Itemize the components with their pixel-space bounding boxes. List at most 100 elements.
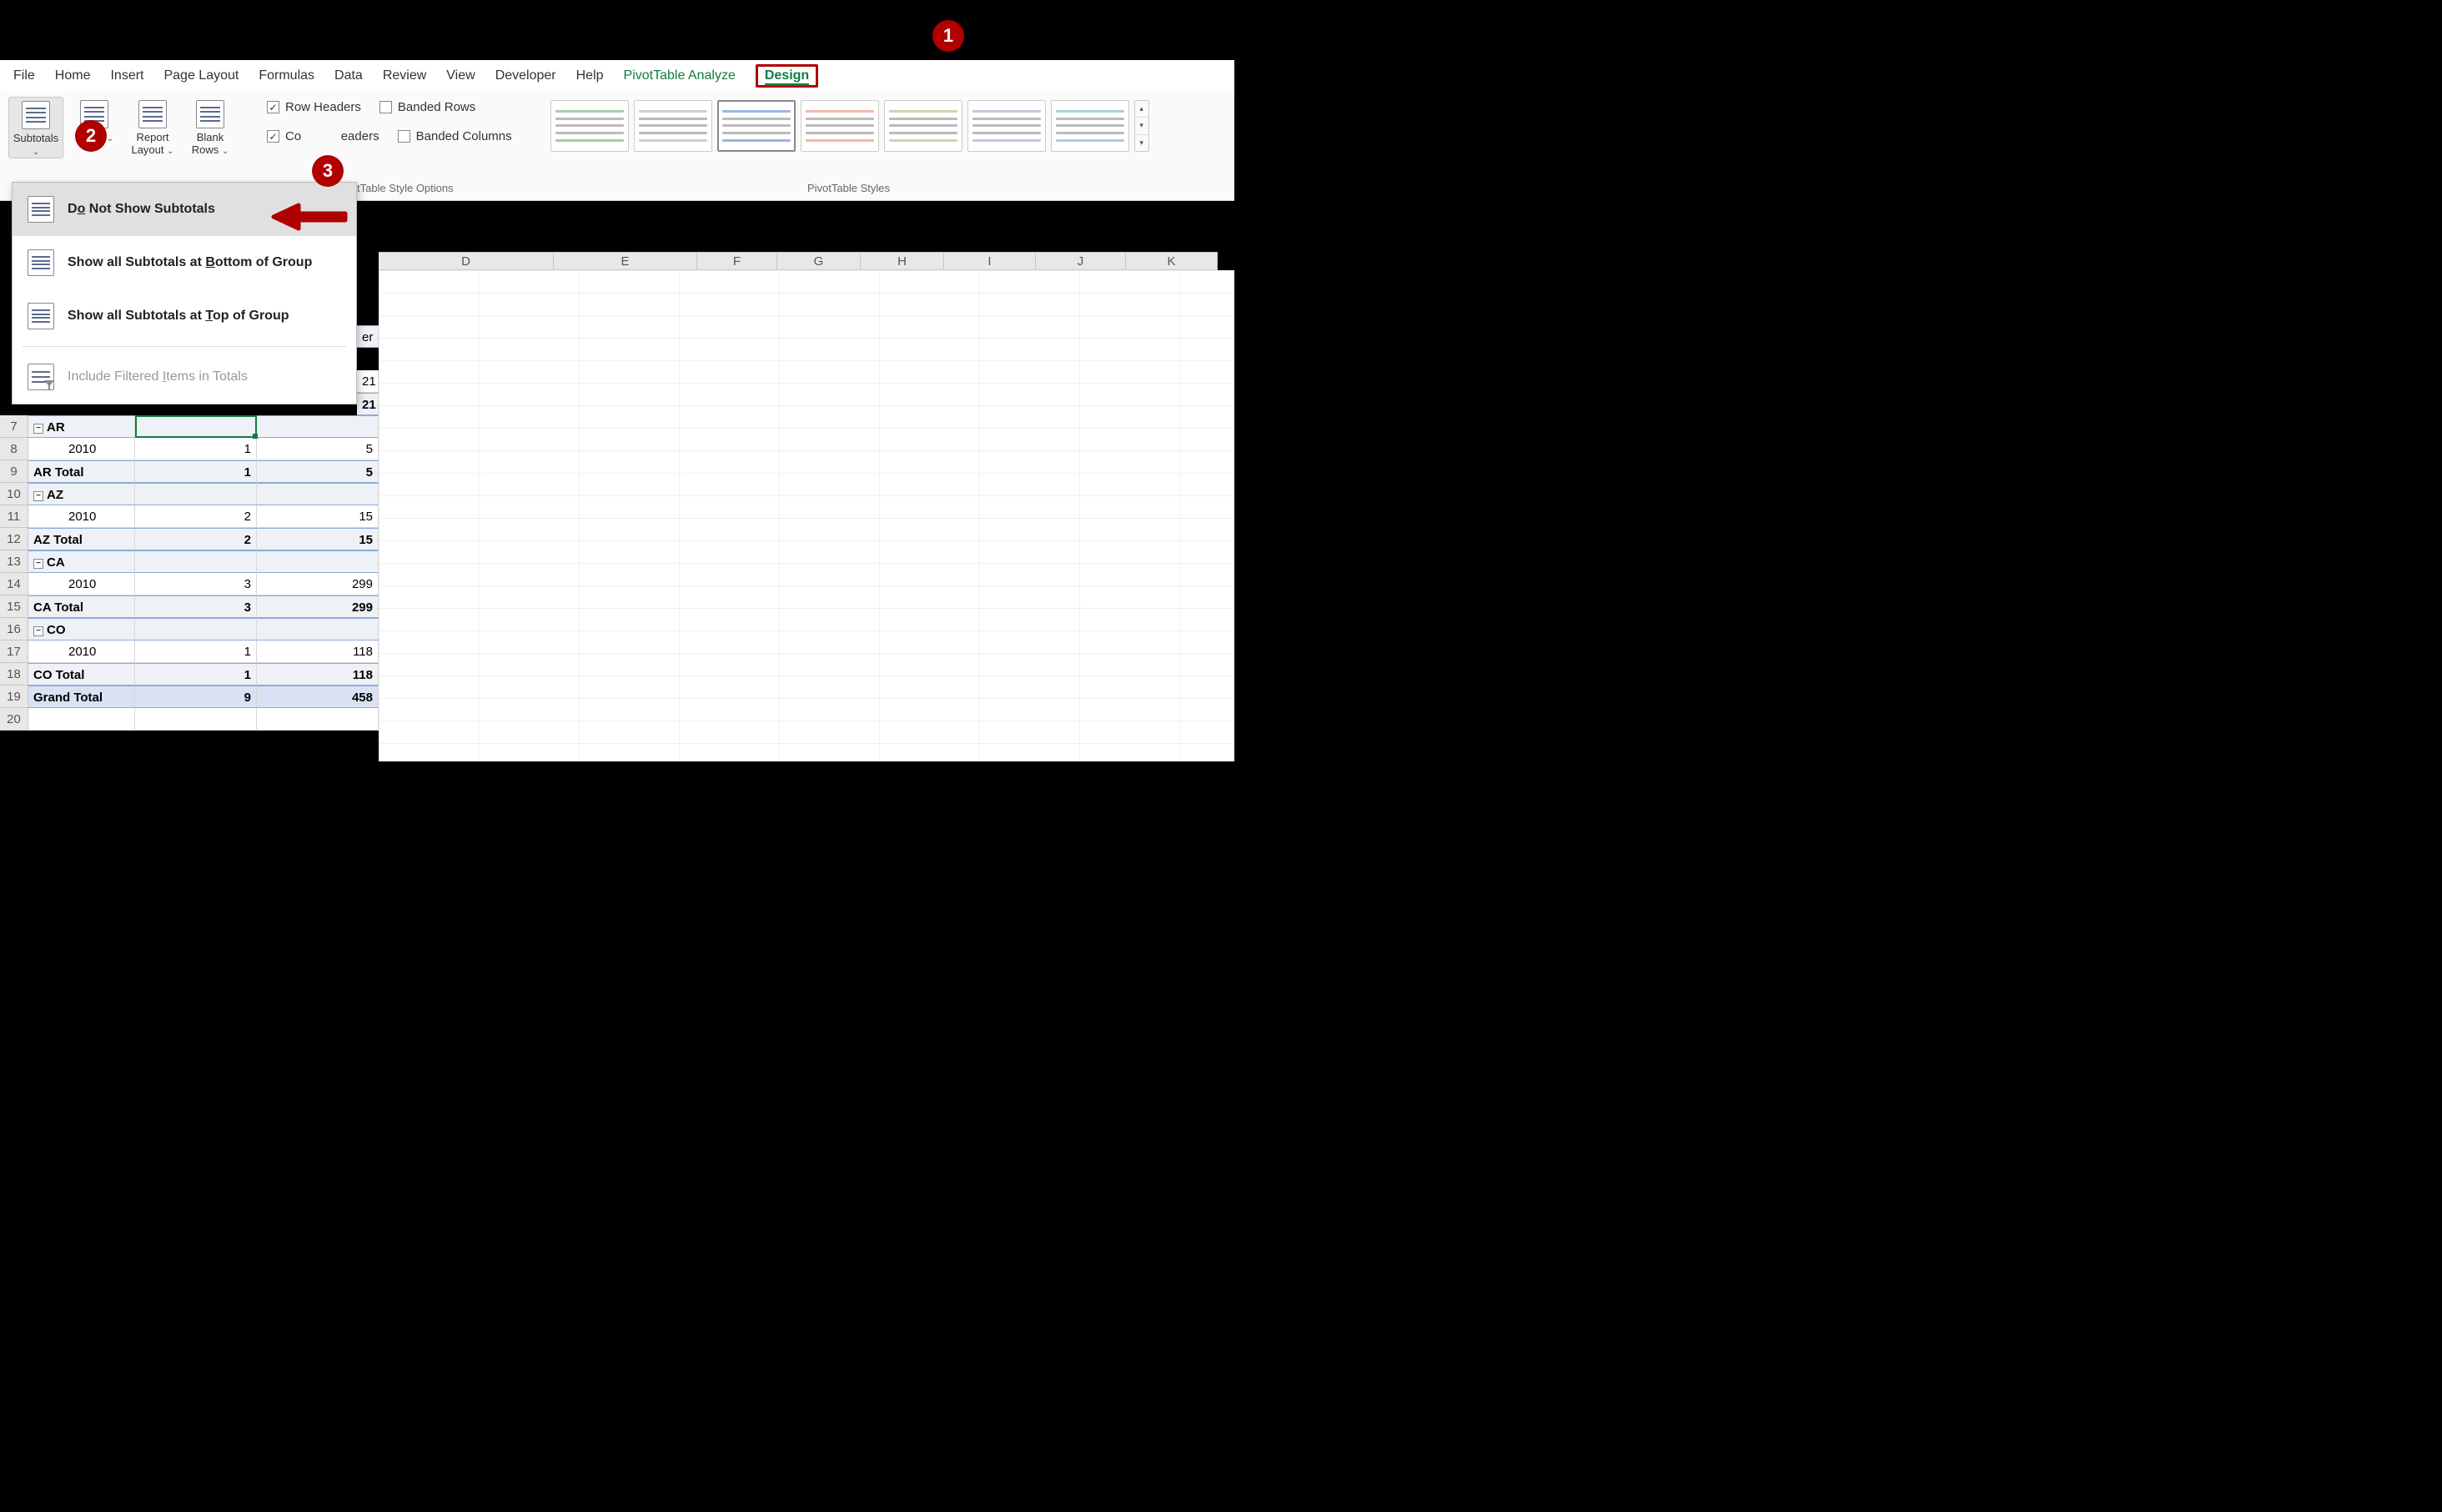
cell[interactable]: 118 [257, 640, 379, 663]
cell[interactable]: 5 [257, 460, 379, 483]
cell-fragment[interactable]: 21 [357, 393, 379, 415]
cell[interactable]: 458 [257, 686, 379, 708]
cell[interactable] [135, 618, 257, 640]
row-header-15[interactable]: 15 [0, 595, 28, 618]
col-header-H[interactable]: H [861, 253, 944, 269]
tab-developer[interactable]: Developer [495, 68, 556, 83]
pivot-style-thumb[interactable] [801, 100, 879, 152]
banded-columns-checkbox[interactable]: Banded Columns [398, 129, 512, 143]
row-header-19[interactable]: 19 [0, 686, 28, 708]
cell[interactable]: AZ Total [28, 528, 135, 550]
subtotals-button[interactable]: Subtotals⌄ [8, 97, 63, 158]
cell[interactable]: 1 [135, 640, 257, 663]
row-headers-checkbox[interactable]: ✓Row Headers [267, 100, 361, 114]
col-header-J[interactable]: J [1036, 253, 1126, 269]
cell[interactable] [257, 618, 379, 640]
cell[interactable]: 3 [135, 573, 257, 595]
cell[interactable] [257, 708, 379, 731]
tab-home[interactable]: Home [55, 68, 91, 83]
cell[interactable]: 9 [135, 686, 257, 708]
pivot-style-thumb[interactable] [550, 100, 629, 152]
blank-rows-button[interactable]: Blank Rows ⌄ [187, 97, 234, 158]
cell[interactable]: 2 [135, 528, 257, 550]
cell[interactable]: CO Total [28, 663, 135, 686]
cell[interactable] [257, 483, 379, 505]
cell[interactable] [257, 415, 379, 438]
cell[interactable] [135, 415, 257, 438]
cell[interactable]: 299 [257, 573, 379, 595]
tab-page-layout[interactable]: Page Layout [163, 68, 239, 83]
row-header-8[interactable]: 8 [0, 438, 28, 460]
cell[interactable]: 2010 [28, 640, 135, 663]
cell-fragment-header[interactable]: er [357, 325, 379, 348]
tab-view[interactable]: View [446, 68, 475, 83]
cell[interactable] [135, 483, 257, 505]
col-header-K[interactable]: K [1126, 253, 1218, 269]
cell[interactable]: 15 [257, 505, 379, 528]
col-header-D[interactable]: D [379, 253, 554, 269]
chevron-icon[interactable]: ▾ [1135, 135, 1148, 151]
tab-formulas[interactable]: Formulas [259, 68, 314, 83]
cell[interactable] [135, 708, 257, 731]
pivot-grand-total[interactable]: Grand Total [28, 686, 135, 708]
pivot-style-thumb[interactable] [634, 100, 712, 152]
cell[interactable]: 2010 [28, 573, 135, 595]
pivot-year[interactable]: 2010 [28, 438, 135, 460]
row-header-12[interactable]: 12 [0, 528, 28, 550]
report-layout-button[interactable]: Report Layout ⌄ [125, 97, 180, 158]
col-header-E[interactable]: E [554, 253, 697, 269]
pivot-style-thumb[interactable] [717, 100, 796, 152]
styles-gallery-spinner[interactable]: ▴▾▾ [1134, 100, 1149, 152]
chevron-icon[interactable]: ▾ [1135, 118, 1148, 134]
tab-data[interactable]: Data [334, 68, 363, 83]
row-header-9[interactable]: 9 [0, 460, 28, 483]
cell[interactable]: 1 [135, 460, 257, 483]
tab-review[interactable]: Review [383, 68, 426, 83]
cell[interactable]: 118 [257, 663, 379, 686]
row-header-7[interactable]: 7 [0, 415, 28, 438]
row-header-20[interactable]: 20 [0, 708, 28, 731]
pivot-style-thumb[interactable] [884, 100, 962, 152]
pivot-group-co[interactable]: −CO [28, 618, 135, 640]
cell[interactable]: 2 [135, 505, 257, 528]
cell[interactable] [28, 708, 135, 731]
col-header-I[interactable]: I [944, 253, 1036, 269]
pivot-group-ar[interactable]: −AR [28, 415, 135, 438]
cell-fragment[interactable]: 21 [357, 370, 379, 393]
pivot-style-thumb[interactable] [1051, 100, 1129, 152]
row-header-14[interactable]: 14 [0, 573, 28, 595]
tab-design[interactable]: Design [756, 64, 818, 88]
pivot-group-ca[interactable]: −CA [28, 550, 135, 573]
row-header-17[interactable]: 17 [0, 640, 28, 663]
dd-subtotals-bottom[interactable]: Show all Subtotals at Bottom of Group [13, 236, 356, 289]
banded-rows-checkbox[interactable]: Banded Rows [379, 100, 475, 114]
row-header-13[interactable]: 13 [0, 550, 28, 573]
cell[interactable]: 3 [135, 595, 257, 618]
row-header-18[interactable]: 18 [0, 663, 28, 686]
row-header-10[interactable]: 10 [0, 483, 28, 505]
dd-subtotals-top[interactable]: Show all Subtotals at Top of Group [13, 289, 356, 343]
cell[interactable] [257, 550, 379, 573]
chevron-icon[interactable]: ▴ [1135, 101, 1148, 118]
pivot-subtotal[interactable]: AR Total [28, 460, 135, 483]
tab-file[interactable]: File [13, 68, 35, 83]
cell[interactable]: 1 [135, 663, 257, 686]
row-header-11[interactable]: 11 [0, 505, 28, 528]
cell[interactable]: 1 [135, 438, 257, 460]
tab-insert[interactable]: Insert [110, 68, 143, 83]
pivot-style-thumb[interactable] [967, 100, 1046, 152]
cell[interactable]: 299 [257, 595, 379, 618]
cell[interactable]: 15 [257, 528, 379, 550]
pivot-group-az[interactable]: −AZ [28, 483, 135, 505]
tab-help[interactable]: Help [576, 68, 604, 83]
column-headers-checkbox[interactable]: ✓Column Headers [267, 129, 379, 143]
cell[interactable]: CA Total [28, 595, 135, 618]
cell[interactable] [135, 550, 257, 573]
row-header-16[interactable]: 16 [0, 618, 28, 640]
tab-pivottable-analyze[interactable]: PivotTable Analyze [624, 68, 736, 83]
cell[interactable]: 2010 [28, 505, 135, 528]
grid-blank-area[interactable] [379, 270, 1234, 761]
cell[interactable]: 5 [257, 438, 379, 460]
col-header-G[interactable]: G [777, 253, 861, 269]
col-header-F[interactable]: F [697, 253, 777, 269]
